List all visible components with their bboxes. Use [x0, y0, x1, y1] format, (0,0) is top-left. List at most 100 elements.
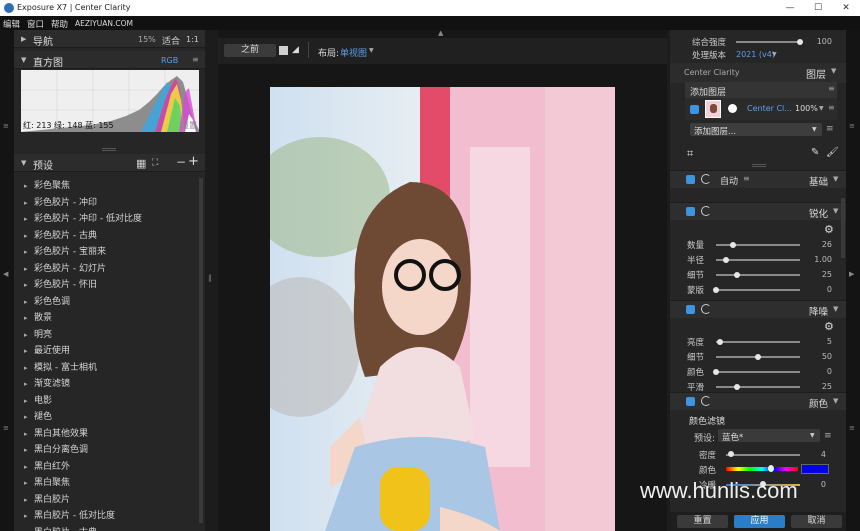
slider-value[interactable]: 25 [806, 270, 832, 279]
slider-value[interactable]: 5 [806, 337, 832, 346]
gear-icon[interactable]: ⚙ [824, 223, 834, 236]
slider-value[interactable]: 26 [806, 240, 832, 249]
slider-knob[interactable] [729, 242, 736, 248]
preset-folder[interactable]: 明亮 [20, 327, 196, 344]
slider-knob[interactable] [717, 339, 724, 345]
remove-preset-icon[interactable]: − [176, 155, 186, 169]
presets-header[interactable]: ▼ 预设 ▦ ⛶ − + [14, 154, 205, 172]
compare-icon[interactable] [279, 46, 288, 55]
right-scrollbar[interactable] [841, 198, 845, 258]
edge-handle-icon[interactable]: ≡ [849, 424, 855, 432]
maximize-icon[interactable]: ☐ [804, 0, 832, 16]
density-track[interactable] [726, 454, 800, 456]
preset-folder[interactable]: 彩色胶片 - 宝丽来 [20, 244, 196, 261]
sharpen-header[interactable]: 锐化 ▼ [670, 202, 846, 220]
edge-handle-icon[interactable]: ≡ [3, 122, 9, 130]
chevron-down-icon[interactable]: ▼ [831, 67, 836, 75]
slider-track[interactable] [716, 244, 800, 246]
preset-folder[interactable]: 彩色聚焦 [20, 178, 196, 195]
density-knob[interactable] [728, 451, 734, 457]
sharpen-toggle[interactable] [686, 207, 695, 216]
slider-value[interactable]: 25 [806, 382, 832, 391]
preset-options-icon[interactable]: ≡ [824, 431, 832, 441]
panel-grip[interactable] [102, 148, 116, 151]
slider-knob[interactable] [734, 384, 740, 390]
menu-icon[interactable]: ≡ [743, 174, 750, 183]
slider-track[interactable] [716, 289, 800, 291]
color-preset-select[interactable]: 蓝色* ▼ [718, 429, 820, 443]
layout-select[interactable]: 单视图 [340, 46, 367, 59]
slider-track[interactable] [716, 341, 800, 343]
slider-value[interactable]: 50 [806, 352, 832, 361]
histogram-reset[interactable]: 重置 [181, 120, 197, 131]
chevron-down-icon[interactable]: ▼ [833, 397, 838, 405]
split-view-icon[interactable]: ◢ [292, 45, 299, 55]
one-to-one-button[interactable]: 1:1 [186, 35, 199, 44]
reset-button[interactable]: 重置 [677, 515, 728, 528]
auto-button[interactable]: 自动 [720, 174, 738, 187]
chevron-down-icon[interactable]: ▼ [833, 207, 838, 215]
basic-toggle[interactable] [686, 175, 695, 184]
layer-row[interactable]: Center Cl... 100% ▼ ≡ [685, 98, 837, 120]
chevron-down-icon[interactable]: ▼ [369, 47, 374, 54]
chevron-down-icon[interactable]: ▼ [833, 305, 838, 313]
collapse-icon[interactable]: ▼ [21, 56, 26, 64]
brush-icon[interactable]: 🖌 [826, 147, 839, 158]
refresh-icon[interactable] [701, 396, 711, 406]
slider-value[interactable]: 1.00 [806, 255, 832, 264]
fit-button[interactable]: 适合 [162, 34, 180, 47]
noise-header[interactable]: 降噪 ▼ [670, 300, 846, 318]
slider-knob[interactable] [713, 369, 719, 375]
noise-toggle[interactable] [686, 305, 695, 314]
menu-icon[interactable]: ≡ [828, 103, 835, 112]
histogram-header[interactable]: ▼ 直方图 RGB ≡ [14, 51, 205, 69]
chevron-down-icon[interactable]: ▼ [833, 175, 838, 183]
slider-track[interactable] [716, 371, 800, 373]
menu-edit[interactable]: 编辑 [3, 18, 20, 30]
layer-visibility-toggle[interactable] [690, 105, 699, 114]
menu-icon[interactable]: ≡ [828, 84, 835, 93]
slider-track[interactable] [716, 274, 800, 276]
expand-view-icon[interactable]: ⛶ [152, 158, 158, 168]
overall-track[interactable] [736, 41, 800, 43]
preset-folder[interactable]: 黑白胶片 [20, 492, 196, 509]
menu-site[interactable]: AEZIYUAN.COM [75, 19, 133, 28]
minimize-icon[interactable]: — [776, 0, 804, 16]
color-toggle[interactable] [686, 397, 695, 406]
zoom-level[interactable]: 15% [138, 35, 156, 44]
chevron-down-icon[interactable]: ▼ [819, 105, 824, 112]
pen-icon[interactable]: ✎ [811, 147, 819, 158]
preset-folder[interactable]: 黑白聚焦 [20, 475, 196, 492]
hue-spectrum[interactable] [726, 467, 798, 471]
slider-knob[interactable] [723, 257, 730, 263]
preset-folder[interactable]: 电影 [20, 393, 196, 410]
chevron-down-icon[interactable]: ▼ [772, 51, 777, 58]
refresh-icon[interactable] [701, 206, 711, 216]
color-swatch[interactable] [801, 464, 829, 474]
top-grip[interactable]: ▲ [218, 29, 667, 38]
preset-scrollbar[interactable] [199, 178, 203, 523]
preset-folder[interactable]: 彩色胶片 - 冲印 [20, 195, 196, 212]
density-value[interactable]: 4 [806, 450, 826, 459]
panel-grip[interactable] [752, 164, 766, 167]
collapse-right-icon[interactable]: ▶ [849, 270, 854, 278]
layers-header[interactable]: Center Clarity 图层 ▼ [670, 63, 846, 83]
collapse-icon[interactable]: ▼ [21, 159, 26, 167]
cancel-button[interactable]: 取消 [791, 515, 842, 528]
slider-knob[interactable] [734, 272, 740, 278]
apply-button[interactable]: 应用 [734, 515, 785, 528]
collapse-left-icon[interactable]: ◀ [3, 270, 8, 278]
slider-value[interactable]: 0 [806, 367, 832, 376]
preset-folder[interactable]: 最近使用 [20, 343, 196, 360]
preset-folder[interactable]: 黑白分离色调 [20, 442, 196, 459]
edge-handle-icon[interactable]: ≡ [3, 424, 9, 432]
left-splitter[interactable]: ‖ [205, 30, 218, 531]
preset-folder[interactable]: 彩色胶片 - 古典 [20, 228, 196, 245]
add-layer-dropdown[interactable]: 添加图层... ▼ [690, 123, 822, 137]
preset-folder[interactable]: 黑白红外 [20, 459, 196, 476]
preset-folder[interactable]: 彩色胶片 - 怀旧 [20, 277, 196, 294]
preset-folder[interactable]: 散景 [20, 310, 196, 327]
crop-icon[interactable]: ⌗ [687, 147, 693, 161]
cool-warm-value[interactable]: 0 [806, 480, 826, 489]
preset-folder[interactable]: 彩色胶片 - 幻灯片 [20, 261, 196, 278]
